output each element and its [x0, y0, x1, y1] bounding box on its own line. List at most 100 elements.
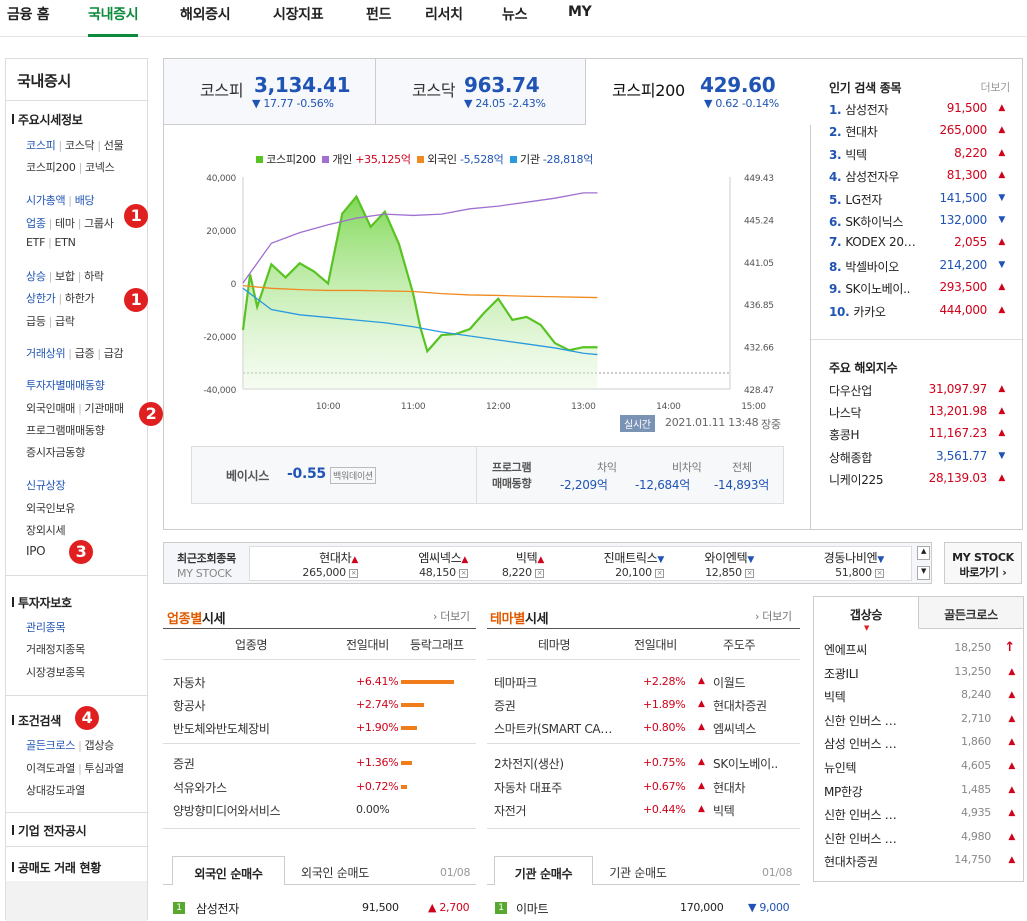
theme-leader[interactable]: 엠씨넥스 [713, 720, 756, 737]
popular-item[interactable]: 3. 빅텍 8,220 ▲ [829, 146, 1007, 166]
theme-name[interactable]: 스마트카(SMART CA… [494, 720, 612, 737]
lnb-foreign-hold[interactable]: 외국인보유 [26, 502, 75, 515]
lnb-disparity[interactable]: 이격도과열 [26, 762, 75, 775]
sector-name[interactable]: 자동차 [173, 674, 206, 691]
gap-item[interactable]: 엔에프씨 18,250 ↑ [824, 640, 1019, 661]
popular-item[interactable]: 4. 삼성전자우 81,300 ▲ [829, 168, 1007, 188]
lnb-gap-up[interactable]: 갭상승 [85, 739, 115, 752]
lnb-fund-trend[interactable]: 증시자금동향 [26, 446, 85, 459]
theme-name[interactable]: 2차전지(생산) [494, 755, 564, 772]
lnb-halted[interactable]: 거래정지종목 [26, 643, 85, 656]
nav-overseas[interactable]: 해외증시 [180, 4, 231, 24]
overseas-item[interactable]: 니케이225 28,139.03 ▲ [829, 471, 1007, 491]
lnb-flat[interactable]: 보합 [55, 270, 75, 283]
scroll-down-icon[interactable]: ▼ [917, 566, 930, 580]
nav-fund[interactable]: 펀드 [366, 4, 391, 24]
popular-item[interactable]: 9. SK이노베이.. 293,500 ▲ [829, 280, 1007, 300]
theme-leader[interactable]: 현대차증권 [713, 697, 767, 714]
lnb-rsi[interactable]: 상대강도과열 [26, 784, 85, 797]
gap-item[interactable]: 신한 인버스 … 4,980 ▲ [824, 830, 1019, 850]
lnb-industry[interactable]: 업종 [26, 217, 46, 230]
sector-name[interactable]: 반도체와반도체장비 [173, 720, 270, 737]
lnb-inst-trade[interactable]: 기관매매 [85, 402, 125, 415]
popular-more-link[interactable]: 더보기 [981, 79, 1011, 95]
lnb-plunge[interactable]: 급락 [55, 315, 75, 328]
remove-icon[interactable]: × [349, 569, 358, 578]
overseas-item[interactable]: 다우산업 31,097.97 ▲ [829, 382, 1007, 402]
lnb-fall[interactable]: 하락 [84, 270, 104, 283]
theme-name[interactable]: 증권 [494, 697, 516, 714]
theme-name[interactable]: 자동차 대표주 [494, 779, 562, 796]
lnb-futures[interactable]: 선물 [104, 139, 124, 152]
lnb-ipo[interactable]: IPO [26, 544, 46, 558]
lnb-kospi[interactable]: 코스피 [26, 139, 56, 152]
theme-more-link[interactable]: › 더보기 [755, 608, 792, 624]
lnb-managed[interactable]: 관리종목 [26, 621, 66, 634]
popular-item[interactable]: 10. 카카오 444,000 ▲ [829, 303, 1007, 323]
remove-icon[interactable]: × [875, 569, 884, 578]
lnb-marketcap[interactable]: 시가총액 [26, 194, 66, 207]
gap-item[interactable]: 신한 인버스 … 4,935 ▲ [824, 806, 1019, 826]
popular-item[interactable]: 1. 삼성전자 91,500 ▲ [829, 101, 1007, 121]
tab-kospi[interactable]: 코스피 3,134.41 ▼ 17.77 -0.56% [164, 59, 376, 125]
lnb-kosdaq[interactable]: 코스닥 [65, 139, 95, 152]
tab-foreign-sell[interactable]: 외국인 순매도 [285, 856, 385, 886]
lnb-upper-limit[interactable]: 상한가 [26, 292, 56, 305]
lnb-volume-down[interactable]: 급감 [104, 347, 124, 360]
nav-research[interactable]: 리서치 [425, 4, 463, 24]
sector-name[interactable]: 증권 [173, 755, 195, 772]
theme-leader[interactable]: 이월드 [713, 674, 746, 691]
popular-item[interactable]: 8. 박셀바이오 214,200 ▼ [829, 258, 1007, 278]
gap-item[interactable]: 조광ILI 13,250 ▲ [824, 665, 1019, 685]
popular-item[interactable]: 2. 현대차 265,000 ▲ [829, 123, 1007, 143]
remove-icon[interactable]: × [745, 569, 754, 578]
lnb-sentiment[interactable]: 투심과열 [85, 762, 125, 775]
tab-foreign-buy[interactable]: 외국인 순매수 [172, 856, 285, 885]
theme-name[interactable]: 자전거 [494, 802, 527, 819]
lnb-section-disclosure[interactable]: 기업 전자공시 [11, 822, 87, 839]
mystock-item[interactable]: 경동나비엔▼ 51,800 × [774, 549, 885, 581]
intraday-chart[interactable]: 40,000 20,000 0 -20,000 -40,000 449.43 445.24 4… [164, 163, 810, 413]
mystock-item[interactable]: 빅텍▲ 8,220 × [434, 549, 544, 581]
lnb-golden-cross[interactable]: 골든크로스 [26, 739, 75, 752]
tab-inst-buy[interactable]: 기관 순매수 [494, 856, 593, 885]
overseas-item[interactable]: 홍콩H 11,167.23 ▲ [829, 426, 1007, 446]
gap-item[interactable]: 신한 인버스 … 2,710 ▲ [824, 712, 1019, 732]
foreign-top-name[interactable]: 삼성전자 [196, 900, 239, 917]
popular-item[interactable]: 6. SK하이닉스 132,000 ▼ [829, 213, 1007, 233]
lnb-dividend[interactable]: 배당 [75, 194, 95, 207]
lnb-investor-trend[interactable]: 투자자별매매동향 [26, 379, 105, 392]
theme-leader[interactable]: SK이노베이.. [713, 755, 778, 772]
lnb-new-listing[interactable]: 신규상장 [26, 479, 66, 492]
theme-leader[interactable]: 빅텍 [713, 802, 735, 819]
lnb-volume-up[interactable]: 급증 [75, 347, 95, 360]
sector-name[interactable]: 석유와가스 [173, 779, 227, 796]
tab-kosdaq[interactable]: 코스닥 963.74 ▼ 24.05 -2.43% [376, 59, 586, 125]
lnb-konex[interactable]: 코넥스 [85, 161, 115, 174]
inst-top-name[interactable]: 이마트 [516, 900, 549, 917]
sector-name[interactable]: 양방향미디어와서비스 [173, 802, 281, 819]
lnb-etf[interactable]: ETF [26, 236, 45, 249]
lnb-kospi200[interactable]: 코스피200 [26, 161, 76, 174]
lnb-group[interactable]: 그룹사 [84, 217, 114, 230]
gap-item[interactable]: 빅텍 8,240 ▲ [824, 688, 1019, 708]
sector-more-link[interactable]: › 더보기 [433, 608, 470, 624]
tab-golden-cross[interactable]: 골든크로스 [919, 597, 1023, 629]
gap-item[interactable]: MP한강 1,485 ▲ [824, 783, 1019, 803]
lnb-lower-limit[interactable]: 하한가 [65, 292, 95, 305]
mystock-item[interactable]: 와이엔텍▼ 12,850 × [644, 549, 754, 581]
lnb-program-trend[interactable]: 프로그램매매동향 [26, 424, 105, 437]
nav-news[interactable]: 뉴스 [502, 4, 527, 24]
nav-finance-home[interactable]: 금융 홈 [7, 4, 50, 24]
lnb-surge[interactable]: 급등 [26, 315, 46, 328]
mystock-button[interactable]: MY STOCK 바로가기 › [944, 542, 1022, 584]
popular-item[interactable]: 5. LG전자 141,500 ▼ [829, 191, 1007, 211]
lnb-section-short[interactable]: 공매도 거래 현황 [12, 859, 101, 876]
lnb-otc[interactable]: 장외시세 [26, 524, 66, 537]
lnb-volume-top[interactable]: 거래상위 [26, 347, 66, 360]
gap-item[interactable]: 뉴인텍 4,605 ▲ [824, 759, 1019, 779]
tab-inst-sell[interactable]: 기관 순매도 [593, 856, 683, 886]
lnb-warning[interactable]: 시장경보종목 [26, 666, 85, 679]
remove-icon[interactable]: × [535, 569, 544, 578]
popular-item[interactable]: 7. KODEX 20… 2,055 ▲ [829, 235, 1007, 255]
